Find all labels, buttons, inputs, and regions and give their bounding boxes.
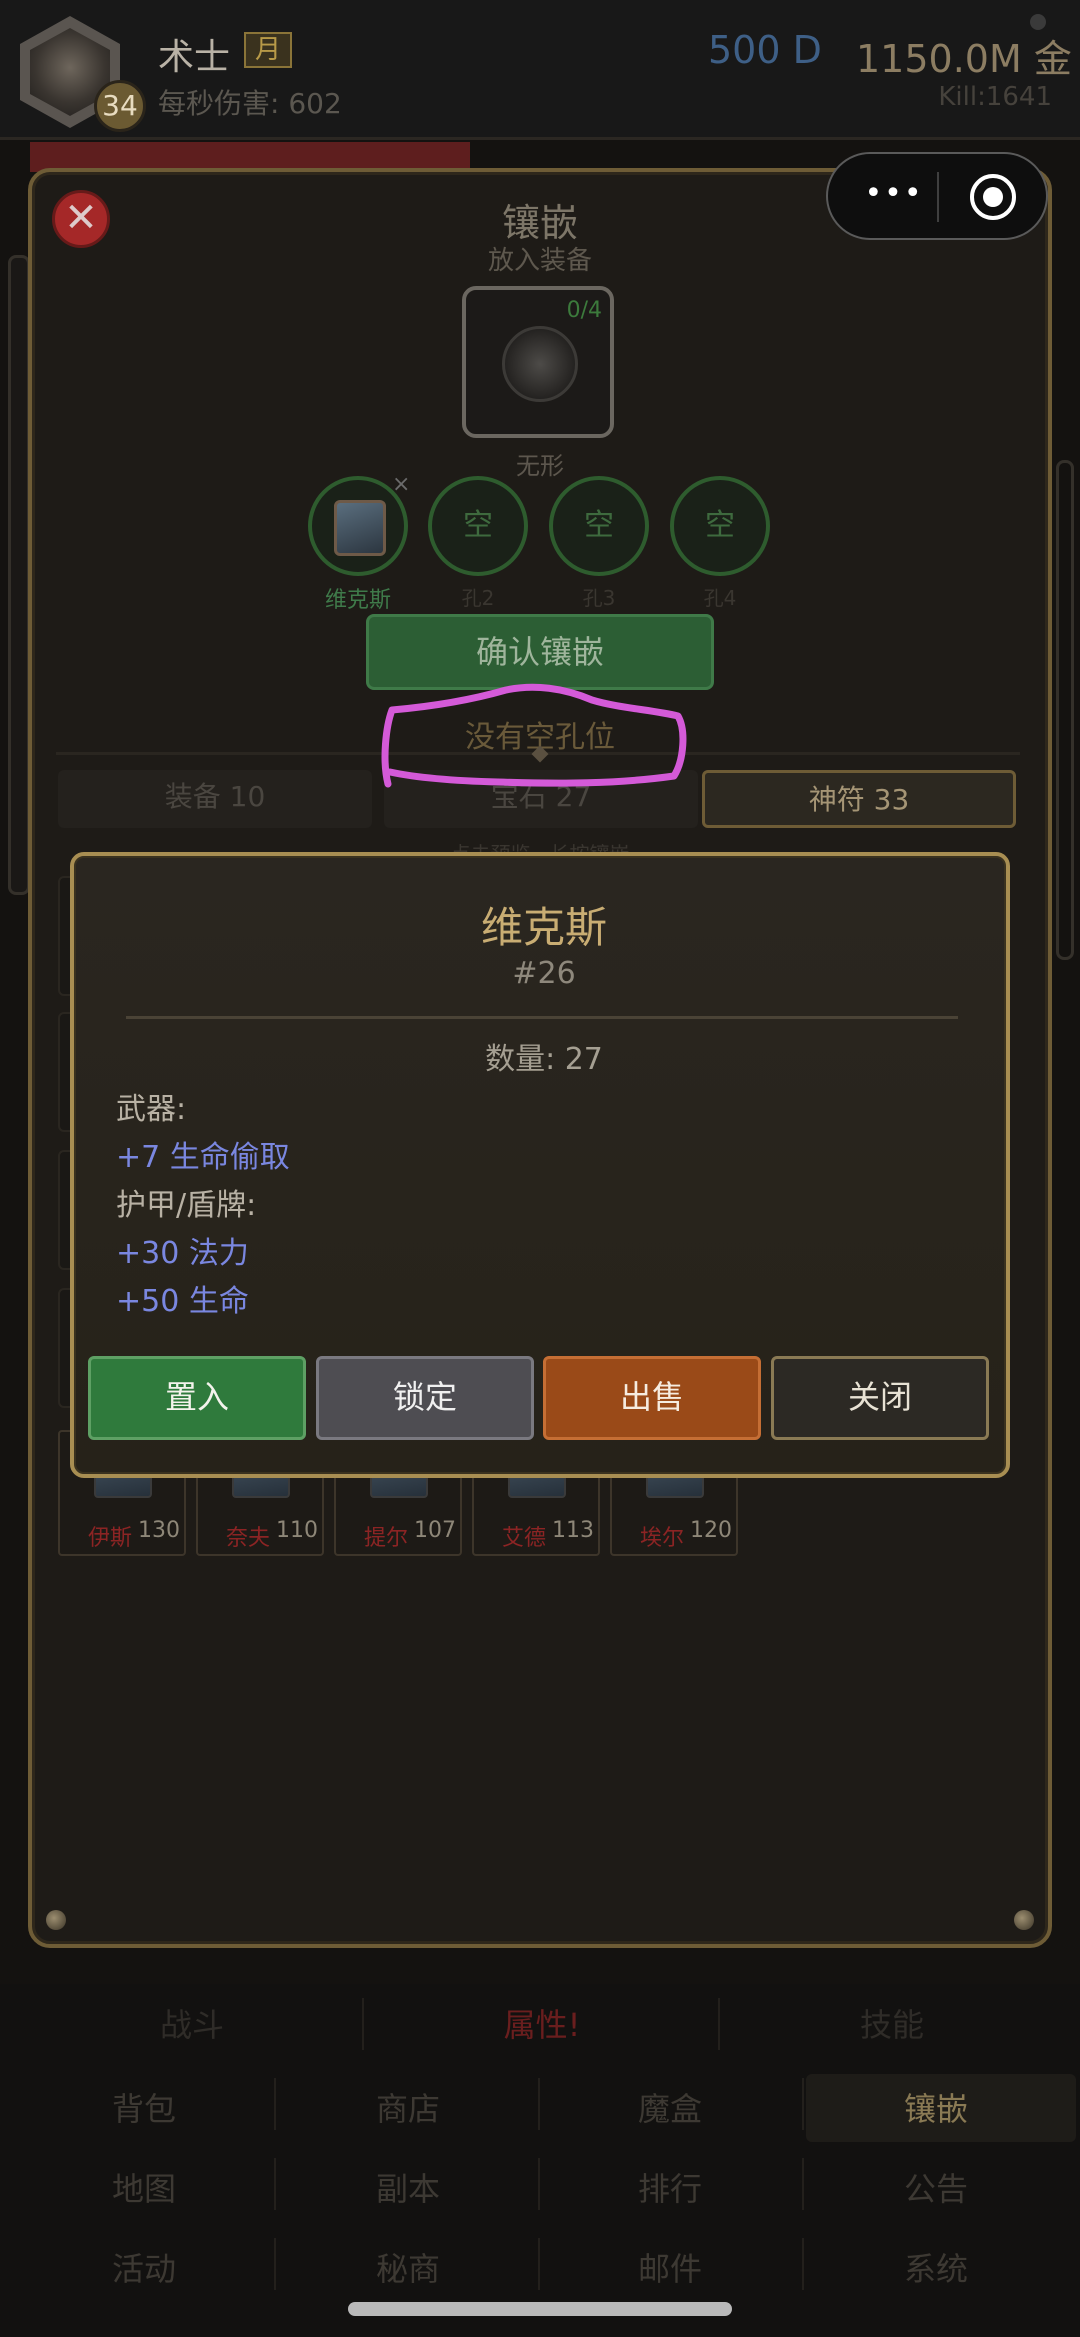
socket-label: 孔3: [582, 586, 616, 610]
nav-separator: [538, 2238, 540, 2290]
close-button[interactable]: 关闭: [771, 1356, 989, 1440]
background-panel-left: [8, 255, 30, 895]
nav-shop[interactable]: 商店: [278, 2084, 538, 2130]
diamond-balance: 500 D: [708, 28, 822, 72]
nav-separator: [802, 2078, 804, 2130]
nav-separator: [718, 1998, 720, 2050]
equipment-slot[interactable]: 0/4: [462, 286, 614, 438]
rune-id: #26: [512, 956, 576, 991]
status-dot-icon: [1030, 14, 1046, 30]
nav-separator: [538, 2078, 540, 2130]
socket-label: 孔2: [461, 586, 495, 610]
sell-button[interactable]: 出售: [543, 1356, 761, 1440]
tier-badge: 月: [244, 32, 292, 68]
nav-map[interactable]: 地图: [14, 2164, 274, 2210]
inlay-title: 镶嵌: [501, 201, 578, 245]
nav-separator: [362, 1998, 364, 2050]
nav-separator: [274, 2238, 276, 2290]
nav-ranking[interactable]: 排行: [540, 2164, 800, 2210]
nav-inlay[interactable]: 镶嵌: [806, 2084, 1066, 2130]
weapon-header: 武器:: [116, 1092, 187, 1127]
rivet-icon: [46, 1910, 66, 1930]
rune-name: 奈夫: [226, 1526, 271, 1551]
nav-dungeon[interactable]: 副本: [278, 2164, 538, 2210]
annotation-scribble-icon: [381, 683, 687, 788]
socket-1[interactable]: ×: [308, 474, 410, 576]
confirm-inlay-button[interactable]: 确认镶嵌: [366, 614, 714, 690]
class-name: 术士: [158, 37, 231, 78]
rivet-icon: [1014, 1910, 1034, 1930]
popup-divider: [126, 1016, 958, 1019]
rune-icon: [334, 500, 386, 556]
remove-rune-icon[interactable]: ×: [392, 474, 410, 496]
nav-attributes[interactable]: 属性!: [372, 2000, 712, 2046]
nav-battle[interactable]: 战斗: [22, 2000, 362, 2046]
stat-line: +7 生命偷取: [116, 1140, 290, 1175]
nav-separator: [538, 2158, 540, 2210]
level-badge: 34: [94, 80, 146, 132]
nav-separator: [802, 2238, 804, 2290]
place-button[interactable]: 置入: [88, 1356, 306, 1440]
nav-separator: [802, 2158, 804, 2210]
background-panel-right: [1056, 460, 1074, 960]
rune-count: 130: [138, 1518, 180, 1543]
rune-name: 提尔: [364, 1526, 409, 1551]
shield-icon: [502, 326, 578, 402]
nav-mail[interactable]: 邮件: [540, 2244, 800, 2290]
stat-line: +30 法力: [116, 1236, 249, 1271]
socket-4[interactable]: 空: [670, 476, 770, 576]
socket-count: 0/4: [566, 298, 602, 323]
rune-count: 110: [276, 1518, 318, 1543]
home-indicator[interactable]: [348, 2302, 732, 2316]
rune-name: 伊斯: [88, 1526, 133, 1551]
armor-header: 护甲/盾牌:: [116, 1188, 257, 1223]
nav-magic-box[interactable]: 魔盒: [540, 2084, 800, 2130]
rune-count: 120: [690, 1518, 732, 1543]
socket-label: 孔4: [703, 586, 737, 610]
socket-label: 维克斯: [324, 588, 391, 613]
tab-equipment[interactable]: 装备 10: [58, 770, 372, 828]
socket-2[interactable]: 空: [428, 476, 528, 576]
rune-quantity: 数量: 27: [485, 1042, 603, 1077]
lock-button[interactable]: 锁定: [316, 1356, 534, 1440]
nav-bag[interactable]: 背包: [14, 2084, 274, 2130]
rune-title: 维克斯: [480, 903, 607, 952]
inlay-subtitle: 放入装备: [487, 246, 592, 276]
rune-count: 113: [552, 1518, 594, 1543]
kill-counter: Kill:1641: [938, 82, 1052, 112]
rune-name: 埃尔: [640, 1526, 685, 1551]
top-status-bar: 34 术士 月 每秒伤害: 602 500 D 1150.0M 金 Kill:1…: [0, 0, 1080, 140]
gold-balance: 1150.0M 金: [856, 37, 1072, 81]
nav-system[interactable]: 系统: [806, 2244, 1066, 2290]
nav-announcement[interactable]: 公告: [806, 2164, 1066, 2210]
rune-name: 艾德: [502, 1526, 547, 1551]
dps-readout: 每秒伤害: 602: [158, 87, 342, 120]
nav-separator: [274, 2078, 276, 2130]
stat-line: +50 生命: [116, 1284, 249, 1319]
equipment-name: 无形: [516, 452, 564, 480]
rune-count: 107: [414, 1518, 456, 1543]
nav-events[interactable]: 活动: [14, 2244, 274, 2290]
tab-runes[interactable]: 神符 33: [702, 770, 1016, 828]
nav-skills[interactable]: 技能: [722, 2000, 1062, 2046]
nav-separator: [274, 2158, 276, 2210]
nav-secret-shop[interactable]: 秘商: [278, 2244, 538, 2290]
socket-3[interactable]: 空: [549, 476, 649, 576]
